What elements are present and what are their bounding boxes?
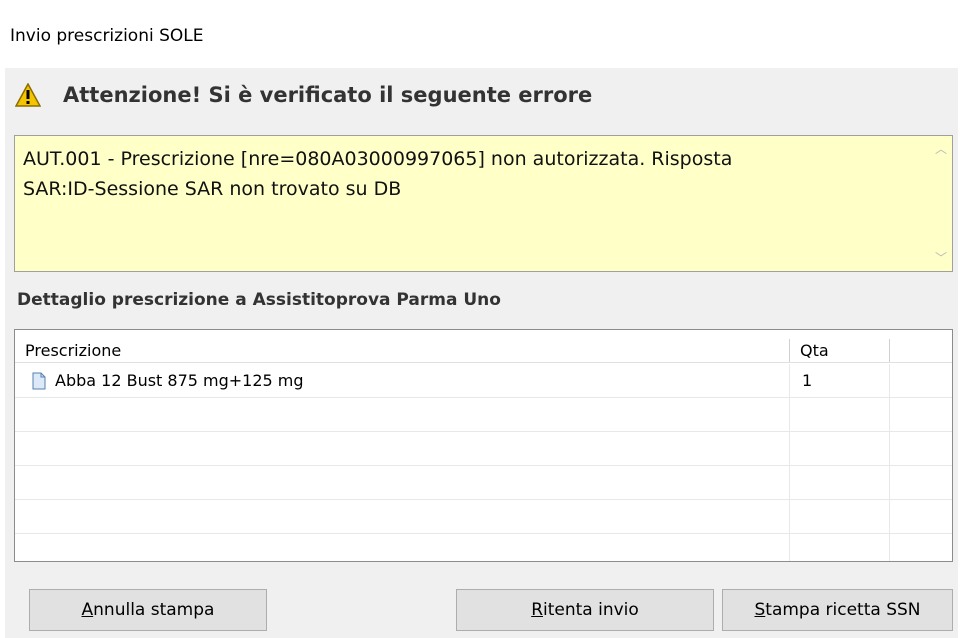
stampa-accel: S — [754, 600, 766, 620]
scroll-down-icon[interactable]: ﹀ — [935, 251, 947, 265]
annulla-stampa-button[interactable]: Annulla stampa — [29, 589, 267, 631]
table-row — [15, 466, 952, 500]
cell-empty — [790, 466, 890, 499]
document-icon — [32, 372, 46, 389]
ritenta-invio-button[interactable]: Ritenta invio — [456, 589, 714, 631]
cell-empty — [15, 432, 790, 465]
cell-empty — [890, 398, 952, 431]
table-row — [15, 534, 952, 561]
ritenta-label: itenta invio — [543, 600, 639, 620]
cell-empty — [15, 534, 790, 561]
table-row — [15, 432, 952, 466]
error-title: Attenzione! Si è verificato il seguente … — [63, 83, 593, 107]
scroll-up-icon[interactable]: ︿ — [935, 142, 947, 156]
cell-empty — [890, 364, 952, 397]
table-row[interactable]: Abba 12 Bust 875 mg+125 mg 1 — [15, 364, 952, 398]
error-message: AUT.001 - Prescrizione [nre=080A03000997… — [23, 144, 913, 204]
cell-empty — [890, 534, 952, 561]
table-row — [15, 500, 952, 534]
cell-empty — [15, 500, 790, 533]
cell-empty — [15, 398, 790, 431]
annulla-label: nnulla stampa — [93, 600, 215, 620]
error-scrollbar[interactable]: ︿ ﹀ — [930, 136, 952, 271]
cell-empty — [790, 432, 890, 465]
cell-empty — [890, 466, 952, 499]
error-line-2: SAR:ID-Sessione SAR non trovato su DB — [23, 178, 402, 200]
cell-prescrizione: Abba 12 Bust 875 mg+125 mg — [15, 364, 790, 397]
cell-empty — [790, 398, 890, 431]
ritenta-accel: R — [531, 600, 543, 620]
error-message-box[interactable]: AUT.001 - Prescrizione [nre=080A03000997… — [14, 135, 953, 272]
detail-label: Dettaglio prescrizione a Assistitoprova … — [17, 290, 501, 310]
prescrizione-text: Abba 12 Bust 875 mg+125 mg — [55, 371, 304, 390]
cell-empty — [790, 500, 890, 533]
qta-text: 1 — [802, 371, 813, 390]
column-header-empty[interactable] — [890, 339, 952, 362]
warning-icon — [15, 83, 41, 107]
cell-empty — [890, 432, 952, 465]
column-header-prescrizione[interactable]: Prescrizione — [15, 339, 790, 362]
cell-qta: 1 — [790, 364, 890, 397]
table-header: Prescrizione Qta — [15, 339, 952, 363]
window-title: Invio prescrizioni SOLE — [10, 26, 204, 46]
error-line-1: AUT.001 - Prescrizione [nre=080A03000997… — [23, 148, 733, 170]
error-dialog: Attenzione! Si è verificato il seguente … — [5, 68, 958, 638]
table-row — [15, 398, 952, 432]
annulla-accel: A — [81, 600, 94, 620]
stampa-ricetta-button[interactable]: Stampa ricetta SSN — [722, 589, 953, 631]
cell-empty — [15, 466, 790, 499]
cell-empty — [890, 500, 952, 533]
stampa-label: tampa ricetta SSN — [765, 600, 921, 620]
cell-empty — [790, 534, 890, 561]
prescription-table: Prescrizione Qta Abba 12 Bust 875 mg+125… — [14, 329, 953, 562]
column-header-qta[interactable]: Qta — [790, 339, 890, 362]
dialog-header: Attenzione! Si è verificato il seguente … — [15, 80, 592, 110]
